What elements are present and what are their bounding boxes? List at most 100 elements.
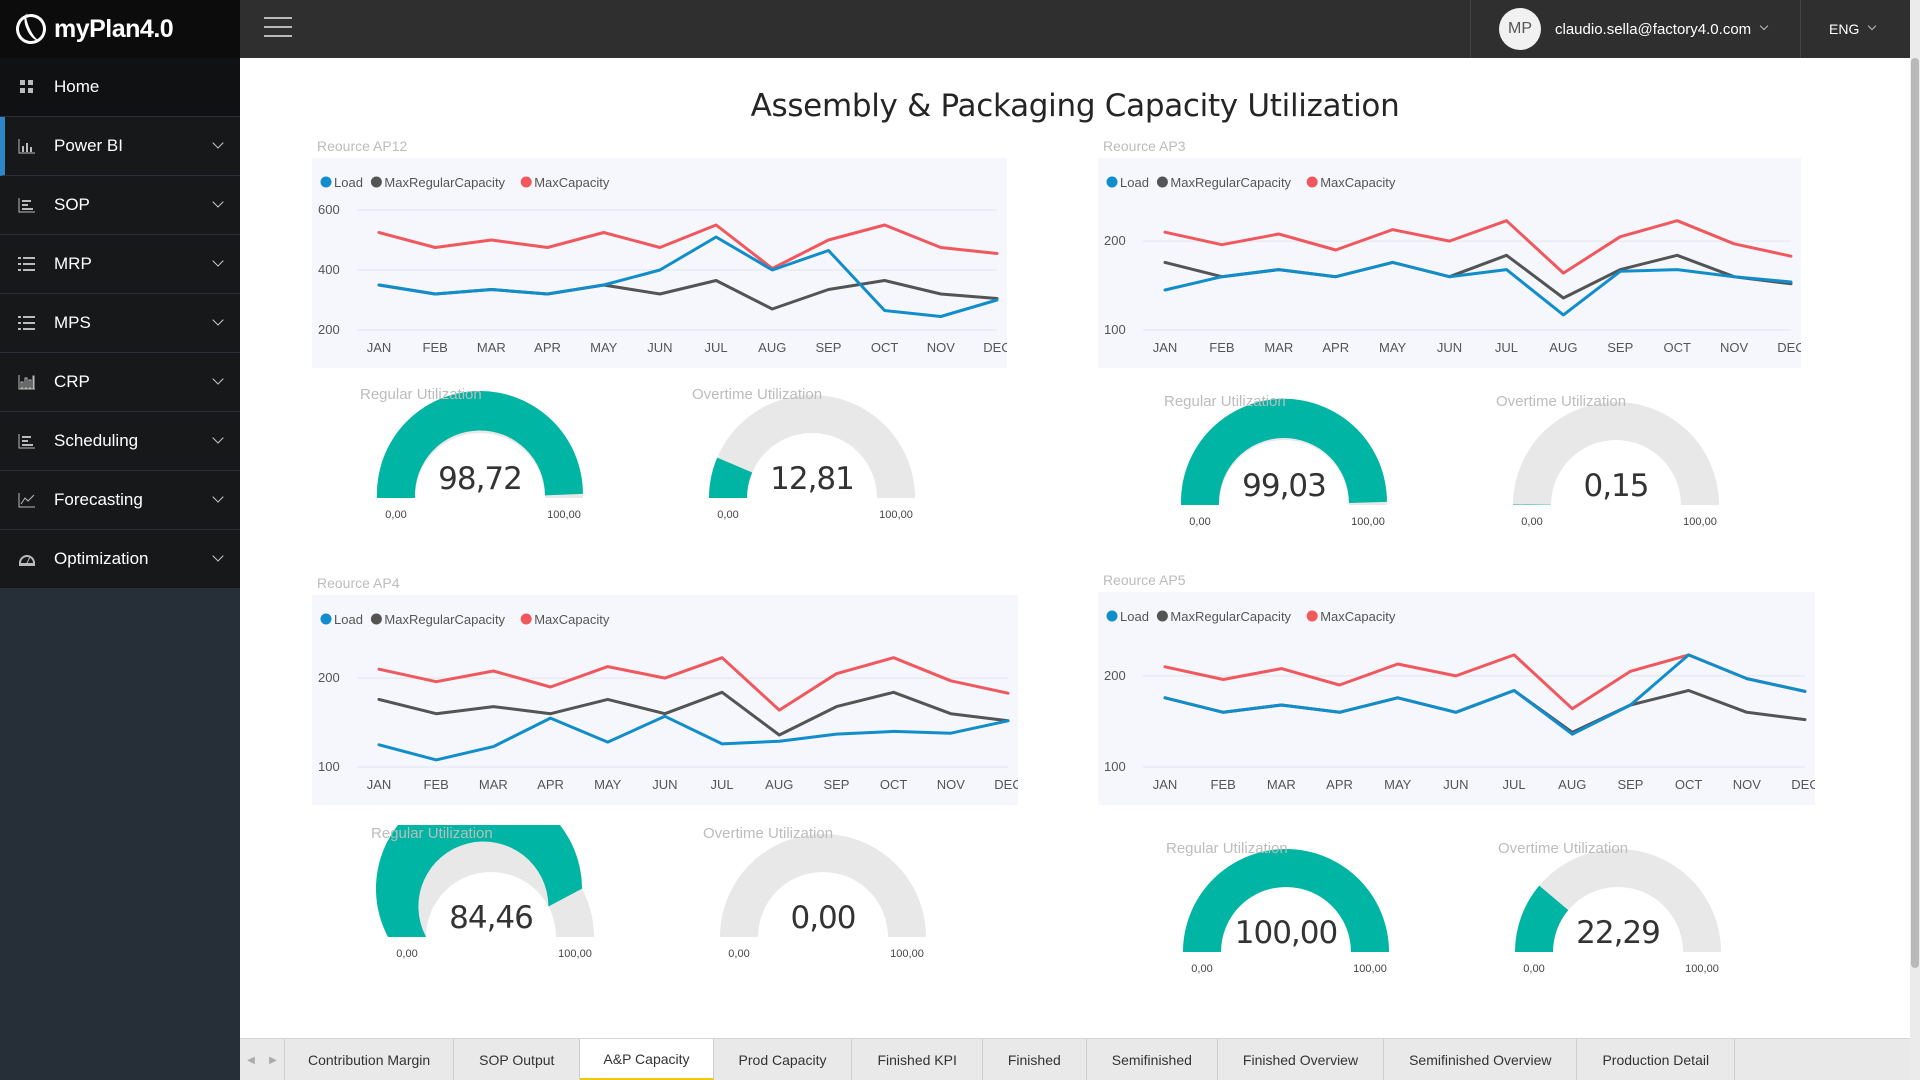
legend-label: Load [1120,609,1149,624]
x-tick-label: JAN [1153,777,1178,792]
tab-finished-overview[interactable]: Finished Overview [1217,1039,1385,1080]
sidebar-item-home[interactable]: Home [0,58,240,117]
x-tick-label: OCT [1675,777,1703,792]
y-tick-label: 200 [318,322,340,337]
gauge-title: Overtime Utilization [1496,393,1627,410]
sidebar-item-mps[interactable]: MPS [0,294,240,353]
chevron-down-icon [212,373,224,385]
x-tick-label: MAR [1264,340,1293,355]
sidebar-item-forecasting[interactable]: Forecasting [0,471,240,530]
sidebar-item-label: MRP [54,254,92,273]
series-line-maxregularcapacity[interactable] [1163,689,1807,734]
sidebar-item-label: Optimization [54,549,149,568]
sidebar-item-mrp[interactable]: MRP [0,235,240,294]
sidebar-item-sop[interactable]: SOP [0,176,240,235]
user-menu[interactable]: MP claudio.sella@factory4.0.com [1470,0,1800,58]
sidebar-item-optimization[interactable]: Optimization [0,530,240,589]
series-line-load[interactable] [377,714,1010,762]
chevron-down-icon [212,196,224,208]
legend-marker [1156,610,1168,622]
sidebar-item-label: CRP [54,372,90,391]
gauge-min-label: 0,00 [728,948,749,960]
tab-scroll-right-icon[interactable]: ▶ [262,1039,284,1080]
gauge-min-label: 0,00 [385,509,406,521]
chart-title: Reource AP5 [1103,572,1186,588]
x-tick-label: DEC [1791,777,1815,792]
bar-chart-icon [18,137,36,155]
tab-ap-capacity[interactable]: A&P Capacity [580,1039,714,1080]
legend-label: Load [334,175,363,190]
sidebar-item-crp[interactable]: CRP [0,353,240,412]
x-tick-label: AUG [765,777,793,792]
series-line-load[interactable] [1163,260,1793,317]
chevron-down-icon [212,137,224,149]
gauge-regular-utilization[interactable]: 0,00 100,00 99,03 Regular Utilization [1164,393,1404,543]
legend-marker [1156,176,1168,188]
x-tick-label: JUL [1495,340,1518,355]
sidebar-item-label: Power BI [54,136,123,155]
gauge-overtime-utilization[interactable]: 0,00 100,00 22,29 Overtime Utilization [1498,840,1738,990]
avatar: MP [1499,8,1541,50]
tab-contribution-margin[interactable]: Contribution Margin [284,1039,455,1080]
legend-label: MaxCapacity [1320,609,1396,624]
line-chart-ap5[interactable]: Load MaxRegularCapacity MaxCapacity 100 200 J… [1098,592,1815,805]
gauge-max-label: 100,00 [558,948,592,960]
app-name: myPlan4.0 [54,14,174,43]
x-tick-label: SEP [1607,340,1633,355]
line-chart-svg: Load MaxRegularCapacity MaxCapacity 100 200 J… [1104,175,1801,355]
gauge-regular-utilization[interactable]: 0,00 100,00 98,72 Regular Utilization [360,386,600,536]
tab-sop-output[interactable]: SOP Output [454,1039,581,1080]
language-selector[interactable]: ENG [1800,0,1910,58]
tab-scroll-left-icon[interactable]: ◀ [240,1039,262,1080]
gauge-title: Overtime Utilization [703,825,834,842]
y-tick-label: 100 [1104,759,1126,774]
x-tick-label: MAR [479,777,508,792]
tab-semifinished-overview[interactable]: Semifinished Overview [1384,1039,1578,1080]
chevron-down-icon [212,432,224,444]
sidebar-item-scheduling[interactable]: Scheduling [0,412,240,471]
gauge-overtime-utilization[interactable]: 0,00 100,00 12,81 Overtime Utilization [692,386,932,536]
series-line-maxregularcapacity[interactable] [377,279,999,311]
gauge-icon [18,550,36,568]
tab-finished-kpi[interactable]: Finished KPI [852,1039,983,1080]
tab-production-detail[interactable]: Production Detail [1577,1039,1736,1080]
line-chart-ap4[interactable]: Load MaxRegularCapacity MaxCapacity 100 200 J… [312,595,1018,805]
gauge-overtime-utilization[interactable]: 0,00 100,00 0,15 Overtime Utilization [1496,393,1736,543]
series-line-maxcapacity[interactable] [377,223,999,270]
x-tick-label: MAY [590,340,618,355]
legend-marker [1106,610,1118,622]
line-chart-svg: Load MaxRegularCapacity MaxCapacity 200 400 6… [318,175,1007,355]
x-tick-label: OCT [871,340,899,355]
tab-prod-capacity[interactable]: Prod Capacity [713,1039,853,1080]
app-logo[interactable]: myPlan4.0 [0,0,240,58]
scrollbar-thumb[interactable] [1911,58,1919,968]
gauge-value: 22,29 [1576,915,1661,951]
grid-icon [18,78,36,96]
gauge-max-label: 100,00 [879,509,913,521]
tab-semifinished[interactable]: Semifinished [1086,1039,1218,1080]
sidebar: myPlan4.0 Home Power BI SOP MRP MPS CRP … [0,0,240,1080]
line-chart-ap12[interactable]: Load MaxRegularCapacity MaxCapacity 200 400 6… [312,158,1007,368]
gauge-overtime-utilization[interactable]: 0,00 100,00 0,00 Overtime Utilization [703,825,943,975]
chevron-down-icon [212,491,224,503]
gauge-regular-utilization[interactable]: 0,00 100,00 84,46 Regular Utilization [371,825,611,975]
menu-icon[interactable] [264,17,292,39]
language-label: ENG [1829,21,1860,37]
tab-finished[interactable]: Finished [982,1039,1087,1080]
gauge-max-label: 100,00 [1685,963,1719,975]
series-line-maxregularcapacity[interactable] [1163,253,1793,300]
x-tick-label: APR [1322,340,1349,355]
x-tick-label: JUN [652,777,677,792]
sidebar-item-label: Forecasting [54,490,143,509]
x-tick-label: JUL [1503,777,1526,792]
series-line-load[interactable] [377,235,999,318]
line-chart-ap3[interactable]: Load MaxRegularCapacity MaxCapacity 100 200 J… [1098,158,1801,368]
x-tick-label: JUL [705,340,728,355]
legend-marker [1306,176,1318,188]
chevron-down-icon [212,550,224,562]
legend-label: MaxRegularCapacity [1170,609,1291,624]
gauge-regular-utilization[interactable]: 0,00 100,00 100,00 Regular Utilization [1166,840,1406,990]
sidebar-item-label: Home [54,77,100,96]
x-tick-label: JUN [647,340,672,355]
sidebar-item-power-bi[interactable]: Power BI [0,117,240,176]
